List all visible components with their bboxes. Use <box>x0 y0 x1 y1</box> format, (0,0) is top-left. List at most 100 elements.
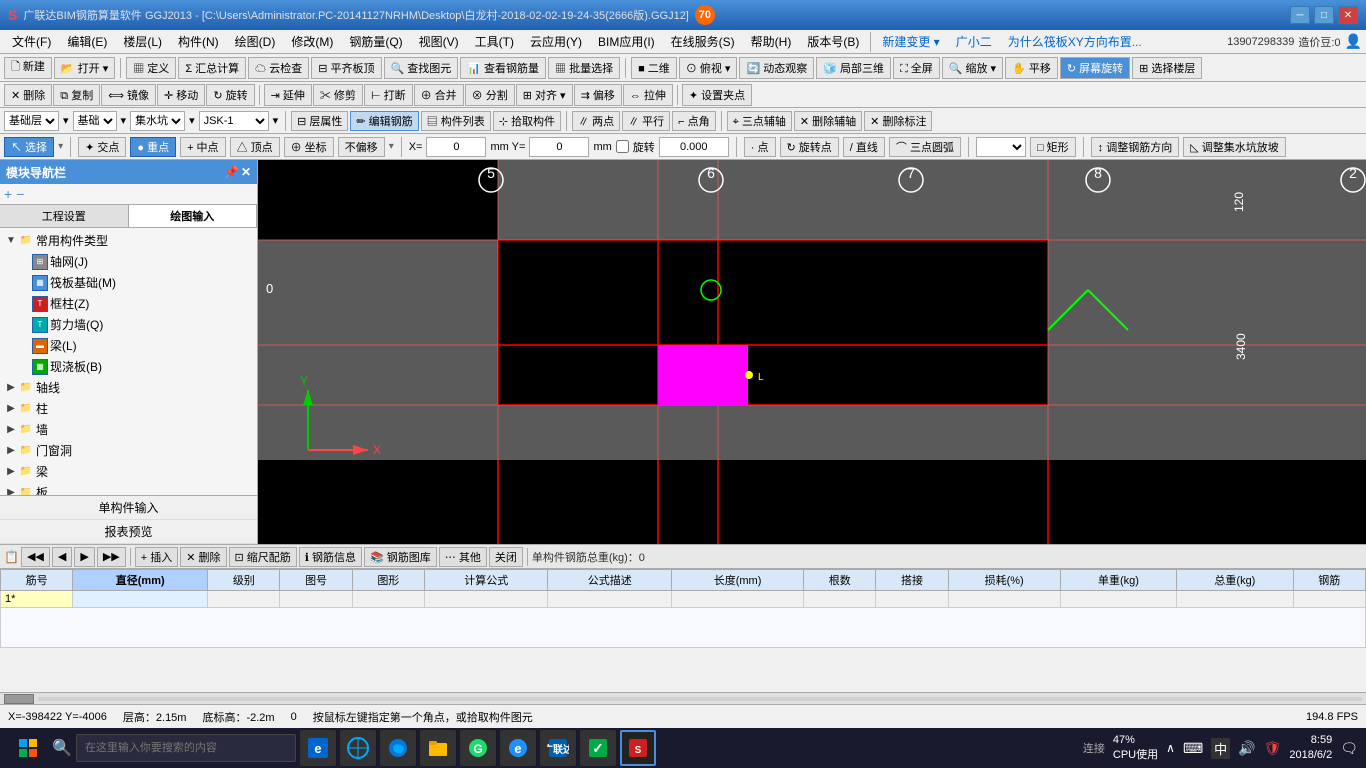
2d-button[interactable]: ■ 二维 <box>631 57 677 79</box>
bp-nav-next[interactable]: ▶ <box>74 547 94 567</box>
cell-loss[interactable] <box>948 591 1060 608</box>
cell-diameter[interactable] <box>73 591 208 608</box>
bp-nav-last[interactable]: ▶▶ <box>97 547 126 567</box>
level-top-button[interactable]: ⊟ 平齐板顶 <box>311 57 381 79</box>
edit-rebar-button[interactable]: ✏ 编辑钢筋 <box>350 111 418 131</box>
move-button[interactable]: ✛ 移动 <box>157 84 205 106</box>
snap-midpoint-button[interactable]: ● 重点 <box>130 137 176 157</box>
two-point-button[interactable]: ∥ 两点 <box>572 111 620 131</box>
open-button[interactable]: 📂 打开 ▾ <box>54 57 115 79</box>
menu-view[interactable]: 视图(V) <box>411 31 467 52</box>
taskbar-app-4[interactable] <box>420 730 456 766</box>
offset-button[interactable]: ⇉ 偏移 <box>574 84 622 106</box>
mirror-button[interactable]: ⟺ 镜像 <box>101 84 156 106</box>
taskbar-app-2[interactable] <box>340 730 376 766</box>
rotate-checkbox[interactable] <box>616 140 629 153</box>
cell-desc[interactable] <box>548 591 672 608</box>
select-mode-button[interactable]: ↖ 选择 <box>4 137 54 157</box>
taskbar-app-9[interactable]: S <box>620 730 656 766</box>
taskbar-app-6[interactable]: e <box>500 730 536 766</box>
three-point-aux-button[interactable]: ⌖ 三点辅轴 <box>727 111 792 131</box>
cloud-check-button[interactable]: ☁ 云检查 <box>248 57 309 79</box>
top-view-button[interactable]: ⊙ 俯视 ▾ <box>679 57 738 79</box>
pit-select[interactable]: 集水坑 <box>130 111 185 131</box>
notification-icon[interactable]: 🗨 <box>1340 740 1358 757</box>
code-select[interactable]: JSK-1 <box>199 111 269 131</box>
tree-item-axis[interactable]: ⊞ 轴网(J) <box>2 251 255 272</box>
select-floor-button[interactable]: ⊞ 选择楼层 <box>1132 57 1202 79</box>
menu-edit[interactable]: 编辑(E) <box>59 31 115 52</box>
cell-rebar[interactable] <box>1293 591 1365 608</box>
tree-item-door[interactable]: ▶ 📁 门窗洞 <box>2 440 255 461</box>
point-draw-button[interactable]: · 点 <box>744 137 776 157</box>
menu-tools[interactable]: 工具(T) <box>467 31 522 52</box>
pan-button[interactable]: ✋ 平移 <box>1005 57 1058 79</box>
line-draw-button[interactable]: / 直线 <box>843 137 885 157</box>
taskbar-app-1[interactable]: e <box>300 730 336 766</box>
tree-item-axisline[interactable]: ▶ 📁 轴线 <box>2 377 255 398</box>
nav-pin-icon[interactable]: 📌 <box>224 165 239 179</box>
cell-totalw[interactable] <box>1177 591 1293 608</box>
merge-button[interactable]: ⊕ 合并 <box>414 84 464 106</box>
layer-prop-button[interactable]: ⊟ 层属性 <box>291 111 348 131</box>
bp-insert-button[interactable]: + 插入 <box>135 547 178 567</box>
floor-select[interactable]: 基础层 <box>4 111 59 131</box>
menu-draw[interactable]: 绘图(D) <box>227 31 284 52</box>
corner-button[interactable]: ⌐ 点角 <box>672 111 715 131</box>
snap-nooffset-button[interactable]: 不偏移 <box>338 137 385 157</box>
bp-close-button[interactable]: 关闭 <box>489 547 523 567</box>
taskbar-app-3[interactable] <box>380 730 416 766</box>
snap-center-button[interactable]: + 中点 <box>180 137 225 157</box>
report-preview-button[interactable]: 报表预览 <box>0 520 257 544</box>
rect-draw-button[interactable]: □ 矩形 <box>1030 137 1076 157</box>
minimize-button[interactable]: ─ <box>1290 6 1310 24</box>
bp-library-button[interactable]: 📚 钢筋图库 <box>364 547 437 567</box>
fullscreen-button[interactable]: ⛶ 全屏 <box>893 57 940 79</box>
bp-nav-first[interactable]: ◀◀ <box>21 547 50 567</box>
component-type-select[interactable]: 基础 <box>73 111 117 131</box>
batch-select-button[interactable]: ▦ 批量选择 <box>548 57 620 79</box>
tab-project-settings[interactable]: 工程设置 <box>0 205 129 227</box>
nav-close-icon[interactable]: ✕ <box>241 165 251 179</box>
cell-figno[interactable] <box>280 591 352 608</box>
tree-item-castslab[interactable]: ▦ 现浇板(B) <box>2 356 255 377</box>
component-list-button[interactable]: ▤ 构件列表 <box>421 111 491 131</box>
screen-rotate-button[interactable]: ↻ 屏幕旋转 <box>1060 57 1130 79</box>
up-arrow-icon[interactable]: ∧ <box>1166 741 1175 755</box>
view-rebar-qty-button[interactable]: 📊 查看钢筋量 <box>460 57 546 79</box>
cell-grade[interactable] <box>208 591 280 608</box>
align-button[interactable]: ⊞ 对齐 ▾ <box>516 84 573 106</box>
del-aux-button[interactable]: ✕ 删除辅轴 <box>794 111 862 131</box>
remove-floor-icon[interactable]: − <box>16 186 24 202</box>
system-clock[interactable]: 8:59 2018/6/2 <box>1289 733 1332 764</box>
find-element-button[interactable]: 🔍 查找图元 <box>384 57 459 79</box>
tree-item-raft[interactable]: ▦ 筏板基础(M) <box>2 272 255 293</box>
delete-button[interactable]: ✕ 删除 <box>4 84 52 106</box>
menu-cloud[interactable]: 云应用(Y) <box>522 31 590 52</box>
copy-button[interactable]: ⧉ 复制 <box>53 84 100 106</box>
snap-coord-button[interactable]: ⊕ 坐标 <box>284 137 334 157</box>
adjust-dir-button[interactable]: ↕ 调整钢筋方向 <box>1091 137 1180 157</box>
arc-draw-button[interactable]: ⌒ 三点圆弧 <box>889 137 961 157</box>
taskbar-app-8[interactable]: ✓ <box>580 730 616 766</box>
ime-zh-icon[interactable]: 中 <box>1211 738 1230 759</box>
bp-other-button[interactable]: ⋯ 其他 <box>439 547 487 567</box>
volume-icon[interactable]: 🔊 <box>1238 740 1255 757</box>
bp-scale-button[interactable]: ⊡ 缩尺配筋 <box>229 547 297 567</box>
cell-overlap[interactable] <box>876 591 948 608</box>
sum-calc-button[interactable]: Σ 汇总计算 <box>178 57 246 79</box>
rotate-button[interactable]: ↻ 旋转 <box>206 84 254 106</box>
taskbar-search[interactable] <box>76 734 296 762</box>
cell-length[interactable] <box>672 591 804 608</box>
parallel-button[interactable]: ∥ 平行 <box>622 111 670 131</box>
menu-why[interactable]: 为什么筏板XY方向布置... <box>1000 31 1150 52</box>
tree-item-common[interactable]: ▼ 📁 常用构件类型 <box>2 230 255 251</box>
trim-button[interactable]: ✂ 修剪 <box>313 84 363 106</box>
tab-draw-input[interactable]: 绘图输入 <box>129 205 258 227</box>
menu-guang[interactable]: 广小二 <box>948 31 1000 52</box>
start-button[interactable] <box>8 730 48 766</box>
y-input[interactable] <box>529 137 589 157</box>
taskbar-app-7[interactable]: 广联达 <box>540 730 576 766</box>
shape-select[interactable] <box>976 137 1026 157</box>
menu-service[interactable]: 在线服务(S) <box>663 31 743 52</box>
